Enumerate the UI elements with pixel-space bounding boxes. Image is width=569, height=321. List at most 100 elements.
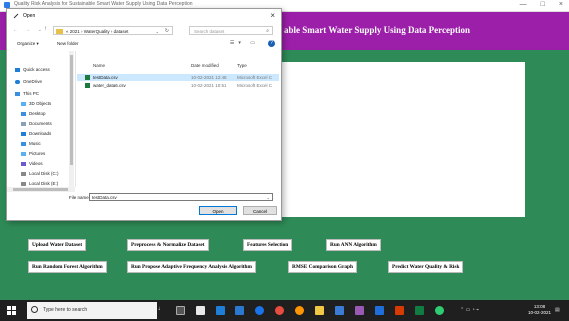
task-view-icon[interactable]: [176, 306, 185, 315]
nav-item-videos[interactable]: Videos: [21, 161, 43, 166]
visual-studio-icon[interactable]: [355, 306, 364, 315]
column-header-name[interactable]: Name: [93, 63, 105, 68]
document-icon: [21, 121, 26, 126]
drive-icon: [21, 171, 26, 176]
new-folder-button[interactable]: New folder: [57, 41, 79, 46]
notification-icon[interactable]: ▤: [555, 307, 560, 313]
column-header-type[interactable]: Type: [237, 63, 247, 68]
nav-item-quick-access[interactable]: Quick access: [15, 67, 50, 72]
file-name-label: File name:: [69, 195, 91, 200]
file-type: Microsoft Excel C: [237, 83, 273, 88]
dialog-close-button[interactable]: ×: [270, 11, 275, 20]
file-name: testData.csv: [93, 75, 118, 80]
system-tray-icons[interactable]: ⌃ ▭ ◔ ⌁: [460, 307, 479, 313]
taskbar: Type here to search ♩ ⌃ ▭ ◔ ⌁ 13:08 10-0…: [0, 300, 569, 321]
nav-item-local-disk-c[interactable]: Local Disk (C:): [21, 171, 59, 176]
drive-icon: [21, 181, 26, 186]
nav-item-onedrive[interactable]: OneDrive: [15, 79, 42, 84]
open-file-dialog: Open × ← → ⌄ ↑ « 2021 › WaterQuality › d…: [6, 8, 282, 221]
ie-icon[interactable]: [255, 306, 264, 315]
nav-item-music[interactable]: Music: [21, 141, 41, 146]
pen-icon: [13, 13, 19, 19]
close-button[interactable]: ×: [559, 1, 563, 8]
dialog-toolbar: Organize ▾ New folder ☰▾ ▭ ?: [7, 39, 281, 50]
nav-item-3d-objects[interactable]: 3D Objects: [21, 101, 51, 106]
app-window-title: Quality Risk Analysis for Sustainable Sm…: [14, 1, 193, 7]
microphone-icon[interactable]: ♩: [158, 306, 164, 312]
nav-item-downloads[interactable]: Downloads: [21, 131, 51, 136]
features-selection-button[interactable]: Features Selection: [243, 239, 293, 251]
up-arrow-icon[interactable]: ↑: [44, 26, 47, 32]
organize-button[interactable]: Organize ▾: [17, 41, 39, 47]
rmse-graph-button[interactable]: RMSE Comparison Graph: [288, 261, 357, 273]
dialog-title: Open: [23, 13, 36, 19]
file-explorer-icon[interactable]: [315, 306, 324, 315]
dialog-title-bar: Open ×: [7, 9, 281, 23]
search-input[interactable]: Search dataset ⌕: [189, 26, 273, 35]
csv-file-icon: [85, 75, 90, 80]
mail-icon[interactable]: [216, 306, 225, 315]
word-icon[interactable]: [375, 306, 384, 315]
file-row[interactable]: testData.csv 10-02-2021 12:48 Microsoft …: [77, 74, 279, 81]
nav-item-local-disk-e[interactable]: Local Disk (E:): [21, 181, 58, 186]
store-icon[interactable]: [196, 306, 205, 315]
folder-icon: [56, 29, 63, 34]
search-circle-icon: [31, 306, 38, 313]
clock[interactable]: 13:08 10-02-2021: [528, 304, 551, 316]
run-ann-button[interactable]: Run ANN Algorithm: [326, 239, 381, 251]
scrollbar-thumb[interactable]: [70, 55, 73, 165]
view-options-icon[interactable]: ☰▾ ▭: [230, 40, 259, 46]
cube-icon: [21, 101, 26, 106]
edge-icon[interactable]: [235, 306, 244, 315]
nav-item-documents[interactable]: Documents: [21, 121, 52, 126]
predict-quality-button[interactable]: Predict Water Quality & Risk: [388, 261, 464, 273]
file-name-input[interactable]: testData.csv ⌄: [89, 193, 273, 201]
taskbar-search-placeholder: Type here to search: [43, 307, 88, 313]
search-icon: ⌕: [266, 28, 269, 34]
preprocess-button[interactable]: Preprocess & Normalize Dataset: [127, 239, 209, 251]
chrome-icon[interactable]: [275, 306, 284, 315]
nav-item-pictures[interactable]: Pictures: [21, 151, 45, 156]
video-icon: [21, 161, 26, 166]
file-name-value: testData.csv: [92, 195, 117, 200]
scrollbar-thumb[interactable]: [13, 188, 68, 191]
powerpoint-icon[interactable]: [395, 306, 404, 315]
column-header-date[interactable]: Date modified: [191, 63, 219, 68]
star-icon: [15, 67, 20, 72]
file-date: 10-02-2021 10:51: [191, 83, 227, 88]
python-icon[interactable]: [435, 306, 444, 315]
nav-item-desktop[interactable]: Desktop: [21, 111, 46, 116]
firefox-icon[interactable]: [295, 306, 304, 315]
search-placeholder: Search dataset: [194, 29, 225, 34]
chevron-down-icon[interactable]: ⌄: [156, 27, 159, 36]
nav-horizontal-scrollbar[interactable]: [7, 187, 75, 192]
help-icon[interactable]: ?: [268, 40, 275, 47]
file-row[interactable]: water_data6.csv 10-02-2021 10:51 Microso…: [77, 82, 279, 89]
windows-start-icon[interactable]: [7, 306, 16, 315]
excel-icon[interactable]: [415, 306, 424, 315]
dialog-nav-bar: ← → ⌄ ↑ « 2021 › WaterQuality › dataset …: [7, 24, 281, 38]
file-name: water_data6.csv: [93, 83, 126, 88]
address-path: « 2021 › WaterQuality › dataset: [66, 29, 129, 34]
app-heading: able Smart Water Supply Using Data Perce…: [284, 25, 471, 35]
nav-scrollbar[interactable]: [69, 51, 74, 187]
cancel-button[interactable]: Cancel: [243, 206, 277, 215]
taskbar-search-box[interactable]: Type here to search: [27, 302, 157, 319]
upload-dataset-button[interactable]: Upload Water Dataset: [28, 239, 87, 251]
navigation-pane: Quick access OneDrive This PC 3D Objects…: [7, 51, 76, 187]
chevron-down-icon[interactable]: ⌄: [267, 194, 270, 201]
app-icon-blue[interactable]: [335, 306, 344, 315]
run-random-forest-button[interactable]: Run Random Forest Algorithm: [28, 261, 107, 273]
csv-file-icon: [85, 83, 90, 88]
minimize-button[interactable]: —: [520, 1, 527, 8]
file-list: Name Date modified Type testData.csv 10-…: [77, 51, 279, 187]
clock-date: 10-02-2021: [527, 310, 551, 315]
address-bar[interactable]: « 2021 › WaterQuality › dataset ⌄ ↻: [53, 26, 173, 35]
maximize-button[interactable]: □: [541, 1, 545, 8]
open-button[interactable]: Open: [199, 206, 237, 215]
nav-item-this-pc[interactable]: This PC: [15, 91, 39, 96]
back-forward-icon[interactable]: ← → ⌄: [13, 27, 45, 33]
file-type: Microsoft Excel C: [237, 75, 273, 80]
run-adaptive-frequency-button[interactable]: Run Propose Adaptive Frequency Analysis …: [127, 261, 256, 273]
refresh-icon[interactable]: ↻: [165, 27, 169, 36]
